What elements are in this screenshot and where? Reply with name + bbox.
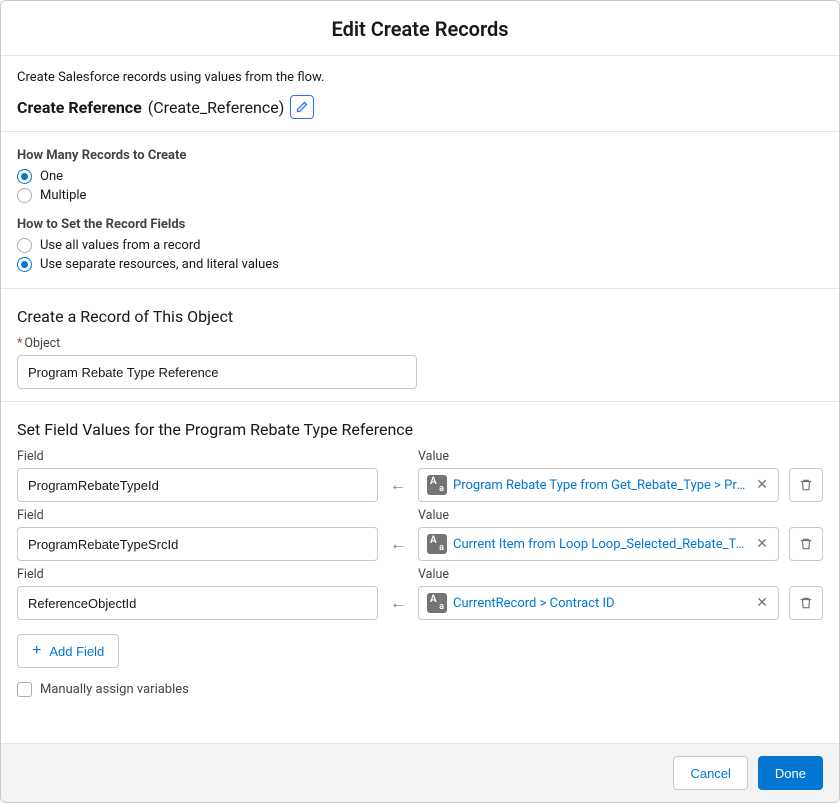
radio-input xyxy=(17,169,32,184)
clear-value-icon[interactable]: ✕ xyxy=(754,536,770,552)
pencil-icon xyxy=(296,101,308,113)
value-header: Value xyxy=(418,567,779,582)
clear-value-icon[interactable]: ✕ xyxy=(754,477,770,493)
checkbox-input xyxy=(17,682,32,697)
how-set-legend: How to Set the Record Fields xyxy=(17,217,823,232)
object-field-label: Object xyxy=(17,336,417,351)
value-pill-text: Program Rebate Type from Get_Rebate_Type… xyxy=(453,478,748,493)
manual-assign-checkbox[interactable]: Manually assign variables xyxy=(17,682,823,697)
radio-use-all-values[interactable]: Use all values from a record xyxy=(17,238,823,253)
modal-body: Create Salesforce records using values f… xyxy=(1,56,839,743)
field-header: Field xyxy=(17,567,378,582)
field-name-input[interactable] xyxy=(17,586,378,620)
text-resource-icon xyxy=(427,475,447,495)
field-name-input[interactable] xyxy=(17,468,378,502)
radio-label: One xyxy=(40,169,63,184)
value-header: Value xyxy=(418,449,779,464)
field-map-row: Field ← Value Current Item from Loop Loo… xyxy=(17,508,823,561)
config-section: How Many Records to Create One Multiple … xyxy=(1,132,839,288)
value-pill-text: CurrentRecord > Contract ID xyxy=(453,596,748,611)
value-input[interactable]: CurrentRecord > Contract ID ✕ xyxy=(418,586,779,620)
how-many-legend: How Many Records to Create xyxy=(17,148,823,163)
object-section: Create a Record of This Object Object xyxy=(1,289,839,401)
done-button[interactable]: Done xyxy=(758,756,823,790)
edit-name-button[interactable] xyxy=(290,95,314,119)
field-name-input[interactable] xyxy=(17,527,378,561)
field-header: Field xyxy=(17,508,378,523)
element-label: Create Reference xyxy=(17,98,142,117)
radio-input xyxy=(17,238,32,253)
value-pill-text: Current Item from Loop Loop_Selected_Reb… xyxy=(453,537,748,552)
radio-one[interactable]: One xyxy=(17,169,823,184)
radio-input xyxy=(17,188,32,203)
element-name-row: Create Reference (Create_Reference) xyxy=(17,95,823,119)
value-input[interactable]: Program Rebate Type from Get_Rebate_Type… xyxy=(418,468,779,502)
text-resource-icon xyxy=(427,593,447,613)
intro-section: Create Salesforce records using values f… xyxy=(1,56,839,131)
field-map-row: Field ← Value Program Rebate Type from G… xyxy=(17,449,823,502)
radio-label: Use separate resources, and literal valu… xyxy=(40,257,279,272)
value-input[interactable]: Current Item from Loop Loop_Selected_Reb… xyxy=(418,527,779,561)
clear-value-icon[interactable]: ✕ xyxy=(754,595,770,611)
radio-input xyxy=(17,257,32,272)
trash-icon xyxy=(799,596,813,610)
radio-label: Multiple xyxy=(40,188,86,203)
trash-icon xyxy=(799,478,813,492)
intro-description: Create Salesforce records using values f… xyxy=(17,70,823,85)
modal-header: Edit Create Records xyxy=(1,1,839,56)
text-resource-icon xyxy=(427,534,447,554)
plus-icon: + xyxy=(32,643,41,659)
edit-create-records-modal: Edit Create Records Create Salesforce re… xyxy=(0,0,840,803)
radio-label: Use all values from a record xyxy=(40,238,200,253)
field-header: Field xyxy=(17,449,378,464)
field-map-section: Set Field Values for the Program Rebate … xyxy=(1,402,839,709)
cancel-button[interactable]: Cancel xyxy=(673,756,747,790)
modal-title: Edit Create Records xyxy=(1,17,839,41)
arrow-left-icon: ← xyxy=(388,527,408,561)
arrow-left-icon: ← xyxy=(388,468,408,502)
object-input[interactable] xyxy=(17,355,417,389)
radio-multiple[interactable]: Multiple xyxy=(17,188,823,203)
trash-icon xyxy=(799,537,813,551)
radio-use-separate[interactable]: Use separate resources, and literal valu… xyxy=(17,257,823,272)
arrow-left-icon: ← xyxy=(388,586,408,620)
add-field-button[interactable]: + Add Field xyxy=(17,634,119,668)
delete-row-button[interactable] xyxy=(789,468,823,502)
element-api-name: (Create_Reference) xyxy=(148,98,285,117)
delete-row-button[interactable] xyxy=(789,527,823,561)
value-header: Value xyxy=(418,508,779,523)
modal-footer: Cancel Done xyxy=(1,743,839,802)
object-section-title: Create a Record of This Object xyxy=(17,307,823,326)
field-map-title: Set Field Values for the Program Rebate … xyxy=(17,420,823,439)
manual-assign-label: Manually assign variables xyxy=(40,682,189,697)
add-field-label: Add Field xyxy=(49,644,104,659)
delete-row-button[interactable] xyxy=(789,586,823,620)
field-map-row: Field ← Value CurrentRecord > Contract I… xyxy=(17,567,823,620)
